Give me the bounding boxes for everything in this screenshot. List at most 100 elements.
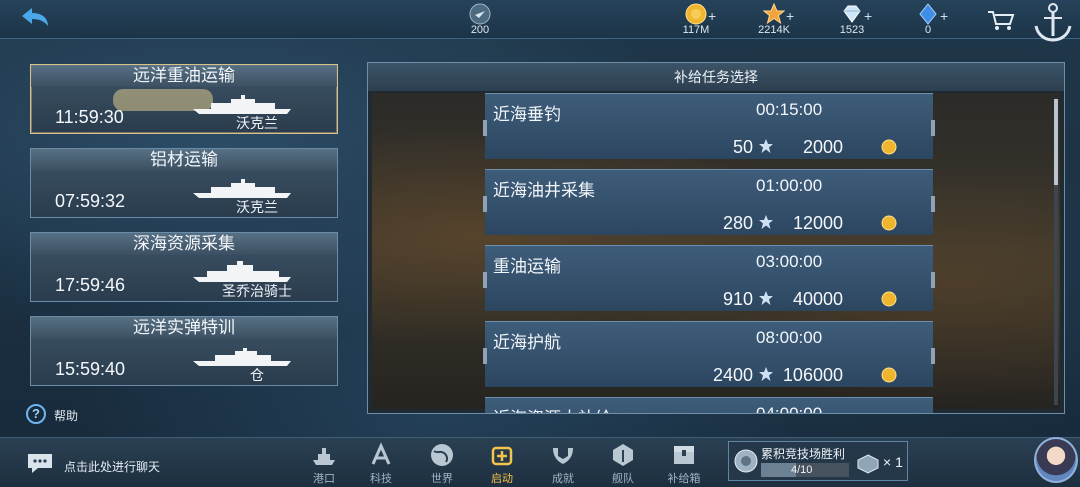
nav-label: 世界 <box>431 473 453 485</box>
task-name: 近海护航 <box>493 333 561 352</box>
help-label: 帮助 <box>54 409 79 423</box>
task-exp: 50 <box>732 137 753 157</box>
ship-silhouette-icon <box>193 179 291 198</box>
task-duration: 03:00:00 <box>756 252 823 271</box>
arena-progress-widget[interactable]: 累积竞技场胜利 4/10 × 1 <box>728 441 908 481</box>
scrollbar[interactable] <box>1054 99 1058 405</box>
ship-silhouette-icon <box>193 95 291 114</box>
mission-timer: 17:59:46 <box>55 275 126 295</box>
gold-coin-icon <box>881 291 897 307</box>
arena-progress-text: 4/10 <box>791 464 813 476</box>
mission-title: 深海资源采集 <box>31 233 337 255</box>
mission-card[interactable]: 远洋实弹特训 15:59:40 仓 <box>30 316 338 386</box>
resource-diamond[interactable]: + 1523 <box>812 2 892 36</box>
nav-label: 舰队 <box>612 473 634 485</box>
star-exp-icon <box>759 215 773 229</box>
star-exp-icon <box>763 3 785 25</box>
nav-label: 补给箱 <box>667 473 701 485</box>
bottom-bar: 点击此处进行聊天 港口 科技 世界 启动 成就 舰队 补给箱 <box>0 437 1080 487</box>
resource-value: 200 <box>470 24 490 36</box>
avatar[interactable] <box>1034 437 1078 483</box>
resource-crystal[interactable]: + 0 <box>888 2 968 36</box>
task-exp: 910 <box>722 289 753 309</box>
task-gold: 40000 <box>792 289 843 309</box>
chat-bubble-icon[interactable] <box>26 452 54 474</box>
nav-label: 成就 <box>552 473 574 485</box>
task-exp: 280 <box>722 213 753 233</box>
mission-title: 远洋重油运输 <box>31 65 337 87</box>
ship-name: 仓 <box>250 367 264 383</box>
nav-port[interactable]: 港口 <box>298 442 350 486</box>
add-icon[interactable]: + <box>864 8 872 24</box>
mission-timer: 11:59:30 <box>55 107 124 127</box>
back-arrow-icon[interactable] <box>14 4 54 34</box>
task-row[interactable]: 近海护航 08:00:00 2400 106000 <box>483 321 935 387</box>
reward-multiplier: × 1 <box>883 454 903 470</box>
chat-hint[interactable]: 点击此处进行聊天 <box>64 458 160 475</box>
nav-fleet[interactable]: 舰队 <box>597 442 649 486</box>
add-icon[interactable]: + <box>786 8 794 24</box>
scrollbar-thumb[interactable] <box>1054 99 1058 185</box>
blue-crystal-icon <box>919 3 937 25</box>
task-row[interactable]: 近海油井采集 01:00:00 280 12000 <box>483 169 935 235</box>
add-icon[interactable]: + <box>940 8 948 24</box>
shopping-cart-icon[interactable] <box>986 8 1016 32</box>
help-icon[interactable]: ? <box>26 404 46 424</box>
task-row[interactable]: 重油运输 03:00:00 910 40000 <box>483 245 935 311</box>
ship-silhouette-icon <box>193 348 291 366</box>
fleet-icon <box>613 444 633 466</box>
resource-value: 1523 <box>839 24 865 36</box>
gold-coin-icon <box>881 367 897 383</box>
add-icon[interactable]: + <box>708 8 716 24</box>
resource-exp[interactable]: + 2214K <box>734 2 814 36</box>
task-row[interactable]: 近海资源大补给 04:00:00 <box>485 397 933 414</box>
nav-label: 科技 <box>370 473 392 485</box>
mission-title: 远洋实弹特训 <box>31 317 337 339</box>
resource-value: 117M <box>682 24 710 36</box>
task-duration: 08:00:00 <box>756 328 823 347</box>
mission-card[interactable]: 深海资源采集 17:59:46 圣乔治骑士 <box>30 232 338 302</box>
gold-coin-icon <box>881 139 897 155</box>
resource-value: 0 <box>924 24 932 36</box>
mission-timer: 15:59:40 <box>55 359 126 379</box>
row-edge <box>931 272 935 288</box>
ship-silhouette-icon <box>193 261 291 282</box>
star-exp-icon <box>759 367 773 381</box>
mission-card[interactable]: 铝材运输 07:59:32 沃克兰 <box>30 148 338 218</box>
nav-launch[interactable]: 启动 <box>476 442 528 486</box>
mission-card[interactable]: 远洋重油运输 11:59:30 沃克兰 <box>30 64 338 134</box>
row-edge <box>483 272 487 288</box>
row-edge <box>931 120 935 136</box>
nav-world[interactable]: 世界 <box>416 442 468 486</box>
task-exp: 2400 <box>712 365 753 385</box>
nav-tech[interactable]: 科技 <box>355 442 407 486</box>
nav-achievement[interactable]: 成就 <box>537 442 589 486</box>
diamond-icon <box>843 5 861 23</box>
mission-timer: 07:59:32 <box>55 191 126 211</box>
task-duration: 04:00:00 <box>756 404 823 414</box>
resource-gold[interactable]: + 117M <box>656 2 736 36</box>
star-exp-icon <box>759 291 773 305</box>
supply-mission-panel: 补给任务选择 近海垂钓 00:15:00 50 2000 近海油井采集 01:0… <box>367 62 1065 414</box>
task-gold: 2000 <box>802 137 843 157</box>
ship-name: 沃克兰 <box>236 115 278 131</box>
task-name: 重油运输 <box>493 257 561 276</box>
nav-supply-box[interactable]: 补给箱 <box>658 442 710 486</box>
ship-name: 圣乔治骑士 <box>222 283 292 299</box>
globe-icon <box>431 444 453 466</box>
panel-title: 补给任务选择 <box>368 63 1064 91</box>
task-duration: 01:00:00 <box>756 176 823 195</box>
nav-label: 港口 <box>313 473 335 485</box>
task-row[interactable]: 近海垂钓 00:15:00 50 2000 <box>483 93 935 159</box>
achievement-icon <box>553 448 573 464</box>
supply-box-icon <box>674 446 694 464</box>
fuel-drop-icon <box>469 3 491 25</box>
star-exp-icon <box>759 139 773 153</box>
resource-fuel[interactable]: 200 <box>440 2 520 36</box>
anchor-icon[interactable] <box>1030 0 1076 44</box>
reward-box-icon <box>857 454 879 474</box>
row-edge <box>483 120 487 136</box>
task-name: 近海油井采集 <box>493 181 595 200</box>
task-gold: 12000 <box>792 213 843 233</box>
port-icon <box>313 448 335 465</box>
